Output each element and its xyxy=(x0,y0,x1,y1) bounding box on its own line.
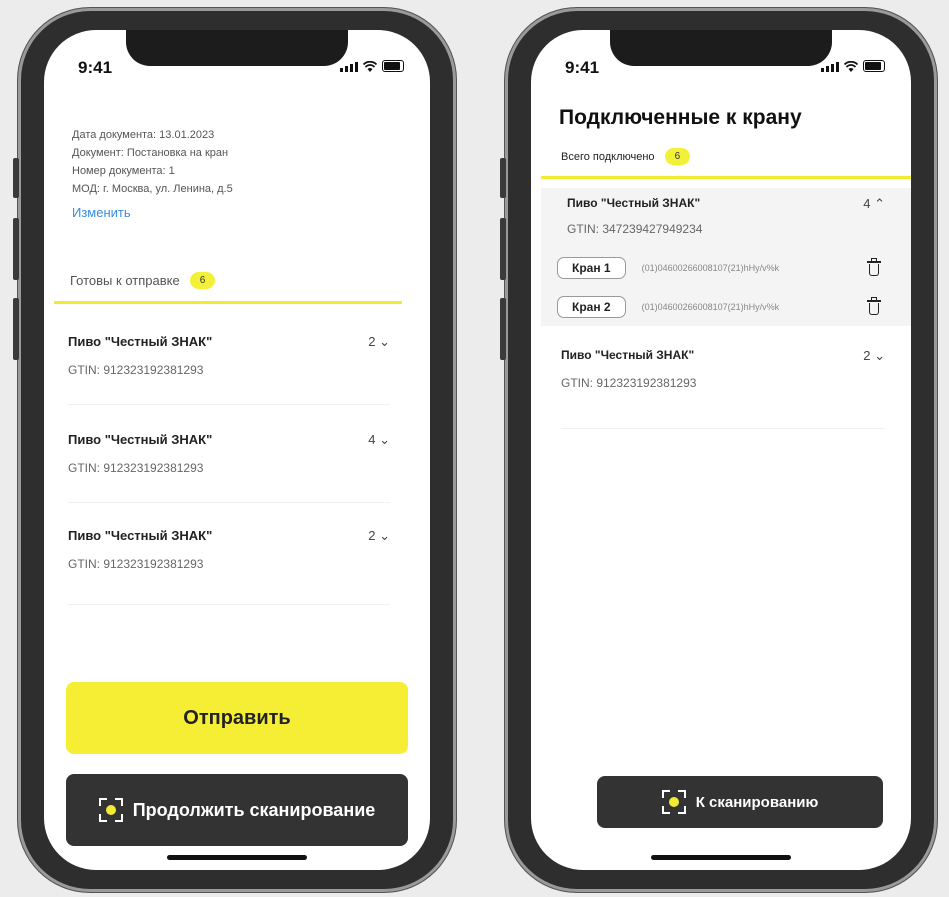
doc-number: Номер документа: 1 xyxy=(72,165,175,177)
signal-icon xyxy=(821,62,839,72)
item-gtin: GTIN: 912323192381293 xyxy=(561,376,697,390)
section-underline xyxy=(54,301,402,304)
wifi-icon xyxy=(363,61,377,72)
list-item[interactable]: Пиво "Честный ЗНАК" GTIN: 91232319238129… xyxy=(68,432,390,503)
continue-scanning-button[interactable]: Продолжить сканирование xyxy=(66,774,408,846)
signal-icon xyxy=(340,62,358,72)
total-connected: Всего подключено 6 xyxy=(561,148,691,165)
left-phone: 9:41 Дата документа: 13.01.2023 Документ… xyxy=(13,8,456,892)
edit-link[interactable]: Изменить xyxy=(72,204,233,222)
volume-up-button xyxy=(13,218,19,280)
item-name: Пиво "Честный ЗНАК" xyxy=(68,528,213,543)
total-connected-label: Всего подключено xyxy=(561,150,655,163)
ready-section-label: Готовы к отправке xyxy=(70,273,180,288)
item-count-chevron-down-icon[interactable]: 2 ⌄ xyxy=(368,528,390,544)
to-scanning-button[interactable]: К сканированию xyxy=(597,776,883,828)
left-screen: 9:41 Дата документа: 13.01.2023 Документ… xyxy=(44,30,430,870)
status-icons xyxy=(340,60,404,72)
doc-type: Документ: Постановка на кран xyxy=(72,147,229,159)
home-indicator xyxy=(167,855,307,860)
item-count-chevron-down-icon[interactable]: 4 ⌄ xyxy=(368,432,390,448)
right-screen: 9:41 Подключенные к крану Всего подключе… xyxy=(531,30,911,870)
mute-switch xyxy=(500,158,506,198)
tap-code: (01)04600266008107(21)hHy/v%k xyxy=(641,302,780,312)
volume-down-button xyxy=(13,298,19,360)
item-name: Пиво "Честный ЗНАК" xyxy=(567,196,701,210)
item-name: Пиво "Честный ЗНАК" xyxy=(68,432,213,447)
scan-icon xyxy=(98,798,123,822)
trash-icon[interactable] xyxy=(867,297,881,315)
scan-icon xyxy=(661,790,686,814)
list-item[interactable]: Пиво "Честный ЗНАК" GTIN: 91232319238129… xyxy=(68,334,390,405)
battery-icon xyxy=(863,60,885,72)
battery-icon xyxy=(382,60,404,72)
expanded-item-header[interactable]: Пиво "Честный ЗНАК" GTIN: 34723942794923… xyxy=(567,196,885,246)
ready-section-title: Готовы к отправке 6 xyxy=(70,272,216,289)
doc-mod: МОД: г. Москва, ул. Ленина, д.5 xyxy=(72,183,233,195)
item-gtin: GTIN: 912323192381293 xyxy=(68,363,204,377)
tap-chip[interactable]: Кран 1 xyxy=(557,257,626,279)
to-scanning-label: К сканированию xyxy=(695,793,819,811)
status-icons xyxy=(821,60,885,72)
trash-icon[interactable] xyxy=(867,258,881,276)
home-indicator xyxy=(651,855,791,860)
tap-code: (01)04600266008107(21)hHy/v%k xyxy=(641,263,780,273)
item-gtin: GTIN: 912323192381293 xyxy=(68,557,204,571)
notch xyxy=(126,30,348,66)
volume-down-button xyxy=(500,298,506,360)
tap-row: Кран 2 (01)04600266008107(21)hHy/v%k xyxy=(557,296,881,318)
mute-switch xyxy=(13,158,19,198)
item-name: Пиво "Честный ЗНАК" xyxy=(68,334,213,349)
status-time: 9:41 xyxy=(565,58,600,77)
item-name: Пиво "Честный ЗНАК" xyxy=(561,348,695,362)
volume-up-button xyxy=(500,218,506,280)
list-item[interactable]: Пиво "Честный ЗНАК" GTIN: 91232319238129… xyxy=(561,348,885,429)
item-count-chevron-up-icon[interactable]: 4 ⌃ xyxy=(863,196,885,212)
item-gtin: GTIN: 347239427949234 xyxy=(567,222,703,236)
item-count-chevron-down-icon[interactable]: 2 ⌄ xyxy=(863,348,885,364)
total-connected-badge: 6 xyxy=(664,148,691,165)
status-time: 9:41 xyxy=(78,58,113,77)
send-button[interactable]: Отправить xyxy=(66,682,408,754)
right-phone: 9:41 Подключенные к крану Всего подключе… xyxy=(500,8,937,892)
page-title: Подключенные к крану xyxy=(559,106,802,129)
tap-chip[interactable]: Кран 2 xyxy=(557,296,626,318)
continue-scanning-label: Продолжить сканирование xyxy=(132,799,376,820)
section-underline xyxy=(541,176,911,179)
ready-count-badge: 6 xyxy=(189,272,216,289)
document-info: Дата документа: 13.01.2023 Документ: Пос… xyxy=(72,126,233,222)
tap-row: Кран 1 (01)04600266008107(21)hHy/v%k xyxy=(557,257,881,279)
notch xyxy=(610,30,832,66)
list-item[interactable]: Пиво "Честный ЗНАК" GTIN: 91232319238129… xyxy=(68,528,390,605)
item-count-chevron-down-icon[interactable]: 2 ⌄ xyxy=(368,334,390,350)
doc-date: Дата документа: 13.01.2023 xyxy=(72,129,215,141)
item-gtin: GTIN: 912323192381293 xyxy=(68,461,204,475)
wifi-icon xyxy=(844,61,858,72)
